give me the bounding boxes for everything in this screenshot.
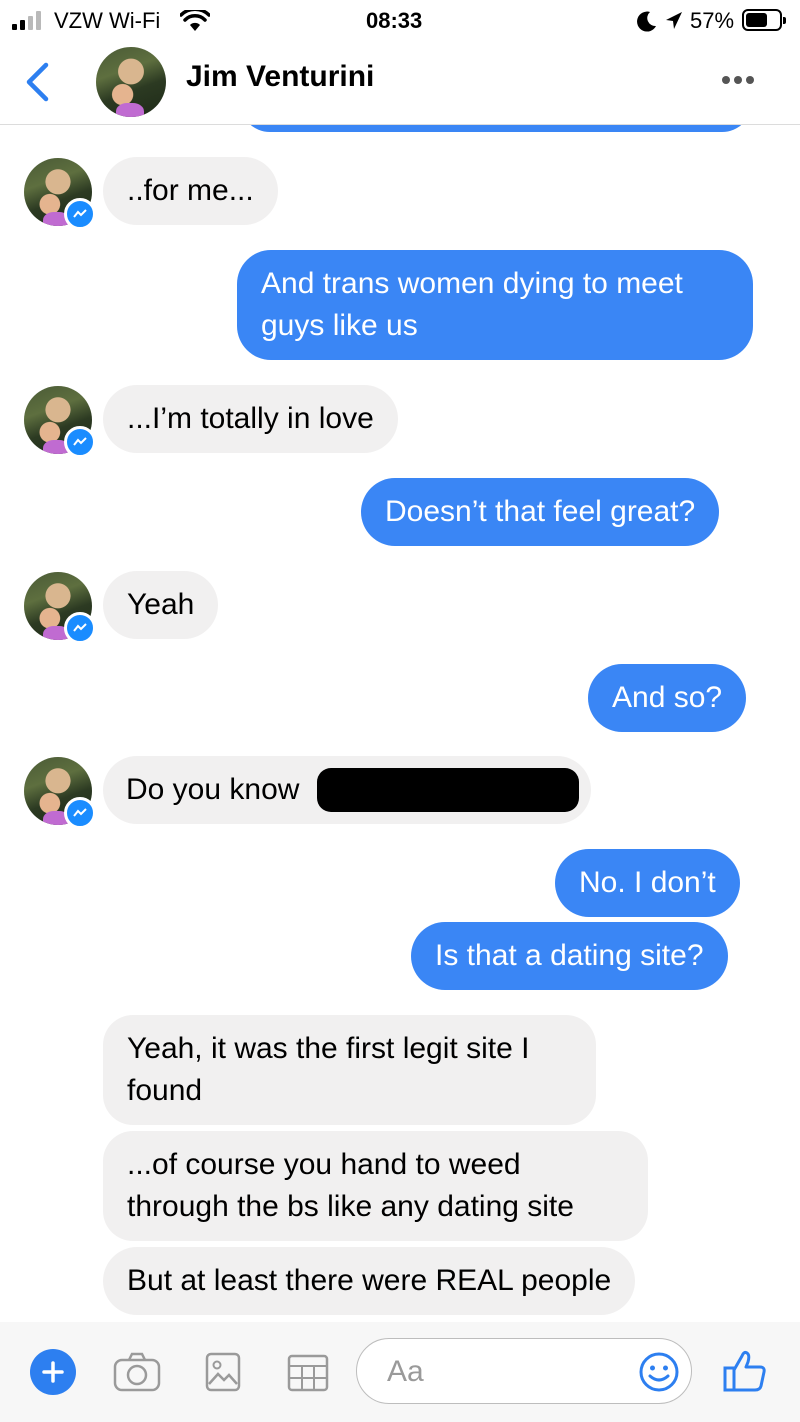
thumbs-up-icon[interactable] (722, 1348, 768, 1394)
message-incoming[interactable]: Do you know (103, 756, 591, 824)
avatar (24, 386, 96, 458)
message-text: Do you know (126, 773, 300, 806)
chat-header: Jim Venturini (0, 42, 800, 125)
message-outgoing[interactable]: Is that a dating site? (411, 922, 728, 990)
status-bar: VZW Wi-Fi 08:33 57% (0, 0, 800, 42)
avatar (24, 572, 96, 644)
composer-bar: Aa (0, 1322, 800, 1422)
signal-icon (12, 10, 48, 30)
more-horizontal-icon[interactable] (720, 74, 756, 86)
camera-icon[interactable] (113, 1352, 161, 1392)
avatar[interactable] (96, 47, 166, 117)
battery-icon (742, 9, 786, 31)
contact-name[interactable]: Jim Venturini (186, 60, 374, 94)
message-input-placeholder: Aa (387, 1355, 424, 1388)
moon-icon (637, 11, 656, 32)
message-outgoing[interactable]: No. I don’t (555, 849, 740, 917)
message-incoming[interactable]: Yeah, it was the first legit site I foun… (103, 1015, 596, 1125)
message-input[interactable]: Aa (356, 1338, 692, 1404)
gallery-icon[interactable] (205, 1352, 241, 1392)
wifi-icon (180, 10, 210, 31)
message-incoming[interactable]: Yeah (103, 571, 219, 639)
battery-percent: 57% (690, 8, 735, 33)
message-incoming[interactable]: ...of course you hand to weed through th… (103, 1131, 648, 1241)
message-incoming[interactable]: ...I’m totally in love (103, 385, 398, 453)
carrier-label: VZW Wi-Fi (54, 8, 161, 33)
avatar (24, 158, 96, 230)
grid-icon[interactable] (287, 1354, 329, 1392)
messenger-badge-icon (64, 797, 96, 829)
message-outgoing[interactable]: Doesn’t that feel great? (361, 478, 720, 546)
emoji-icon[interactable] (638, 1351, 680, 1393)
chevron-left-icon[interactable] (22, 62, 52, 102)
message-outgoing[interactable]: And so? (588, 664, 747, 732)
messenger-badge-icon (64, 198, 96, 230)
location-arrow-icon (666, 12, 682, 29)
messenger-badge-icon (64, 612, 96, 644)
plus-icon[interactable] (30, 1349, 76, 1395)
avatar (24, 757, 96, 829)
redaction-block (317, 768, 579, 812)
message-outgoing[interactable]: And trans women dying to meet guys like … (237, 250, 753, 360)
clock: 08:33 (366, 8, 423, 33)
message-incoming[interactable]: But at least there were REAL people (103, 1247, 636, 1315)
message-incoming[interactable]: ..for me... (103, 157, 278, 225)
messenger-badge-icon (64, 426, 96, 458)
